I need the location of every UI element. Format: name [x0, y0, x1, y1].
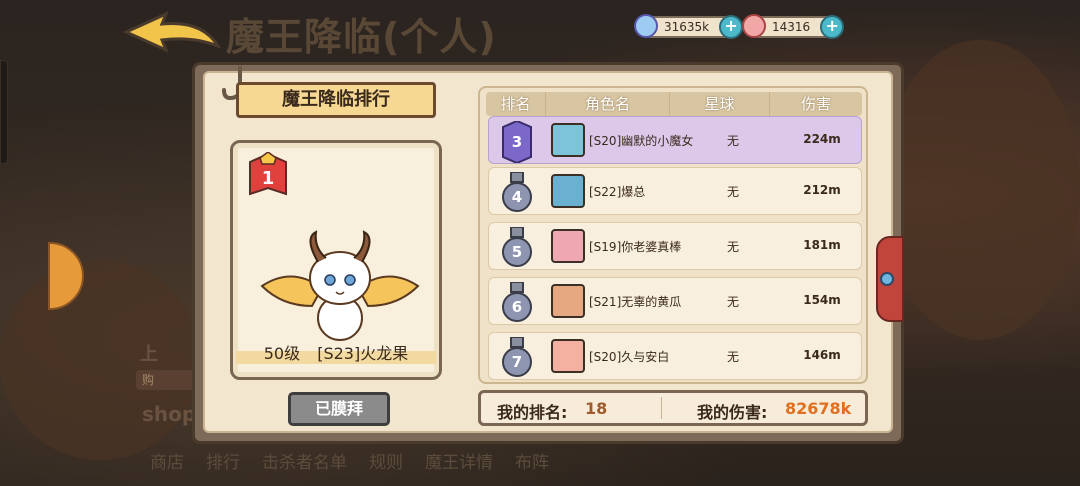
- player-damage: 212m: [803, 183, 841, 197]
- top-player-name: 50级 [S23]火龙果: [236, 340, 436, 368]
- header-planet: 星球: [670, 92, 770, 116]
- rank-number: 4: [511, 188, 523, 206]
- add-currency-red-button[interactable]: +: [820, 15, 845, 39]
- top-player-nickname: [S23]火龙果: [317, 344, 409, 363]
- worship-button[interactable]: 已膜拜: [288, 392, 390, 426]
- player-name: [S20]幽默的小魔女: [589, 134, 694, 148]
- nav-killers[interactable]: 击杀者名单: [262, 448, 347, 473]
- player-planet: 无: [726, 185, 739, 199]
- player-damage: 224m: [803, 132, 841, 146]
- background-tag: 购: [136, 370, 196, 390]
- currency-red-value: 14316: [772, 20, 811, 34]
- nav-formation[interactable]: 布阵: [515, 448, 549, 473]
- my-rank-label: 我的排名:: [497, 403, 568, 422]
- page-title: 魔王降临(个人): [226, 15, 497, 59]
- my-rank-value: 18: [585, 399, 608, 418]
- rank-number: 3: [511, 133, 523, 151]
- player-name: [S21]无辜的黄瓜: [589, 295, 682, 309]
- nav-ranking[interactable]: 排行: [206, 448, 240, 473]
- player-avatar: [551, 284, 585, 318]
- nav-shop[interactable]: 商店: [150, 448, 184, 473]
- player-damage: 154m: [803, 293, 841, 307]
- header-name: 角色名: [546, 92, 670, 116]
- back-arrow-icon[interactable]: [122, 10, 222, 54]
- header-rank: 排名: [486, 92, 546, 116]
- player-avatar: [551, 174, 585, 208]
- nav-boss-details[interactable]: 魔王详情: [425, 448, 493, 473]
- player-name: [S20]久与安白: [589, 350, 670, 364]
- player-damage: 181m: [803, 238, 841, 252]
- footer-divider: [661, 397, 662, 419]
- dragon-character-image: [260, 230, 420, 341]
- top-rank-number: 1: [261, 168, 275, 189]
- rank-number: 6: [511, 298, 523, 316]
- player-avatar: [551, 339, 585, 373]
- table-row[interactable]: 4 [S22]爆总 无 212m: [488, 167, 862, 215]
- my-damage-value: 82678k: [785, 399, 852, 418]
- potion-red-icon: [742, 14, 766, 38]
- player-name: [S19]你老婆真棒: [589, 240, 682, 254]
- add-currency-blue-button[interactable]: +: [719, 15, 744, 39]
- bottom-nav: 商店 排行 击杀者名单 规则 魔王详情 布阵: [150, 448, 549, 473]
- header-damage: 伤害: [800, 95, 831, 113]
- player-planet: 无: [726, 240, 739, 254]
- currency-blue: 31635k +: [634, 14, 744, 39]
- table-row[interactable]: 3 [S20]幽默的小魔女 无 224m: [488, 116, 862, 164]
- list-header: 排名 角色名 星球 伤害: [486, 92, 862, 116]
- panel-title: 魔王降临排行: [236, 82, 436, 118]
- player-planet: 无: [726, 295, 739, 309]
- currency-blue-value: 31635k: [664, 20, 710, 34]
- currency-red: 14316 +: [742, 14, 845, 39]
- player-planet: 无: [726, 134, 739, 148]
- player-name: [S22]爆总: [589, 185, 646, 199]
- rank-number: 7: [511, 353, 523, 371]
- background-shop-label: shop: [142, 402, 197, 426]
- my-rank-footer: 我的排名: 18 我的伤害: 82678k: [478, 390, 868, 426]
- top-player-level: 50级: [263, 344, 301, 363]
- table-row[interactable]: 6 [S21]无辜的黄瓜 无 154m: [488, 277, 862, 325]
- my-damage-label: 我的伤害:: [697, 403, 768, 422]
- player-planet: 无: [726, 350, 739, 364]
- background-label: 上: [140, 344, 158, 365]
- table-row[interactable]: 7 [S20]久与安白 无 146m: [488, 332, 862, 380]
- side-handle[interactable]: [0, 60, 8, 164]
- rank-number: 5: [511, 243, 523, 261]
- nav-rules[interactable]: 规则: [369, 448, 403, 473]
- player-avatar: [551, 229, 585, 263]
- player-avatar: [551, 123, 585, 157]
- potion-blue-icon: [634, 14, 658, 38]
- gem-icon: [880, 272, 894, 286]
- table-row[interactable]: 5 [S19]你老婆真棒 无 181m: [488, 222, 862, 270]
- ranking-list[interactable]: 排名 角色名 星球 伤害 3 [S20]幽默的小魔女 无 224m 4 [S22…: [478, 86, 868, 384]
- player-damage: 146m: [803, 348, 841, 362]
